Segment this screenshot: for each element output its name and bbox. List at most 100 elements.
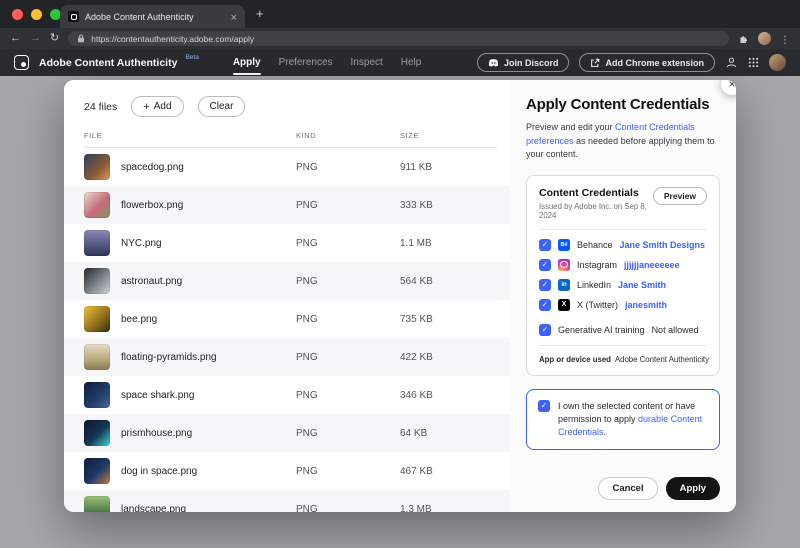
account-link[interactable]: Jane Smith Designs [620,240,706,250]
ai-label: Generative AI training [558,324,645,335]
account-link[interactable]: jjjjjjaneeeeee [624,260,680,270]
table-row[interactable]: space shark.png PNG 346 KB [64,376,510,414]
platform-label: Behance [577,239,613,250]
nav-item-apply[interactable]: Apply [232,57,261,75]
x-twitter-icon [558,298,570,311]
file-name: prismhouse.png [121,427,193,439]
main-nav: Apply Preferences Inspect Help [232,57,422,75]
card-title: Content Credentials [539,186,639,199]
intro-before: Preview and edit your [526,122,616,132]
new-tab-button[interactable] [256,6,264,21]
file-name: dog in space.png [121,465,198,477]
file-kind: PNG [296,503,318,513]
file-size: 333 KB [400,199,433,211]
file-size: 467 KB [400,465,433,477]
app-device-label: App or device used [539,354,611,364]
behance-icon [558,238,570,251]
column-file: FILE [84,131,103,140]
add-label: Add [153,101,172,112]
panel-title: Apply Content Credentials [526,96,710,113]
site-favicon-icon [68,11,79,22]
apply-panel: Apply Content Credentials Preview and ed… [510,80,736,512]
table-row[interactable]: landscape.png PNG 1.3 MB [64,490,510,512]
preview-button[interactable]: Preview [652,186,707,205]
browser-titlebar: Adobe Content Authenticity [0,0,800,28]
file-thumbnail [84,496,110,512]
file-thumbnail [84,154,110,180]
account-link[interactable]: janesmith [625,300,667,310]
add-extension-label: Add Chrome extension [605,57,704,68]
cancel-button[interactable]: Cancel [598,477,658,500]
credential-row: Behance Jane Smith Designs [539,238,707,251]
add-files-button[interactable]: Add [131,96,184,117]
credential-row: X (Twitter) janesmith [539,298,707,311]
browser-profile-avatar[interactable] [758,32,771,45]
file-kind: PNG [296,465,318,477]
nav-item-help[interactable]: Help [401,57,422,68]
table-row[interactable]: NYC.png PNG 1.1 MB [64,224,510,262]
file-kind: PNG [296,199,318,211]
extensions-puzzle-icon[interactable] [738,33,749,44]
behance-checkbox[interactable] [539,238,551,251]
nav-item-inspect[interactable]: Inspect [351,57,383,68]
browser-menu-icon[interactable] [780,30,790,48]
issued-text: Issued by Adobe Inc. on Sep 8, 2024 [539,201,647,220]
file-size: 564 KB [400,275,433,287]
forward-icon[interactable] [30,33,41,44]
column-kind: KIND [296,131,317,140]
file-size: 346 KB [400,389,433,401]
file-kind: PNG [296,313,318,325]
account-link[interactable]: Jane Smith [618,280,666,290]
files-count: 24 files [84,100,118,113]
back-icon[interactable] [10,33,21,44]
consent-checkbox[interactable] [538,399,550,412]
file-thumbnail [84,458,110,484]
beta-badge: Beta [185,54,199,61]
nav-item-preferences[interactable]: Preferences [279,57,333,68]
address-bar[interactable]: https://contentauthenticity.adobe.com/ap… [68,31,729,46]
table-row[interactable]: astronaut.png PNG 564 KB [64,262,510,300]
linkedin-checkbox[interactable] [539,278,551,291]
user-avatar[interactable] [769,54,786,71]
table-row[interactable]: bee.png PNG 735 KB [64,300,510,338]
x-twitter-checkbox[interactable] [539,298,551,311]
linkedin-icon [558,278,570,291]
generative-ai-checkbox[interactable] [539,323,551,336]
minimize-window-button[interactable] [31,9,42,20]
platform-label: Instagram [577,259,618,270]
reload-icon[interactable] [50,33,59,44]
file-thumbnail [84,420,110,446]
table-row[interactable]: floating-pyramids.png PNG 422 KB [64,338,510,376]
intro-text: Preview and edit your Content Credential… [526,121,720,162]
clear-files-button[interactable]: Clear [197,96,246,117]
url-text: https://contentauthenticity.adobe.com/ap… [91,33,255,44]
join-discord-label: Join Discord [503,57,559,68]
generative-ai-row: Generative AI training Not allowed [539,323,707,336]
file-name: spacedog.png [121,161,184,173]
table-row[interactable]: spacedog.png PNG 911 KB [64,148,510,186]
file-thumbnail [84,382,110,408]
table-row[interactable]: flowerbox.png PNG 333 KB [64,186,510,224]
plus-icon [143,101,149,113]
app-device-row: App or device used Adobe Content Authenti… [539,354,709,364]
join-discord-button[interactable]: Join Discord [476,53,570,72]
app-grid-icon[interactable] [748,57,759,68]
external-link-icon [590,58,600,68]
table-row[interactable]: dog in space.png PNG 467 KB [64,452,510,490]
close-window-button[interactable] [12,9,23,20]
file-name: landscape.png [121,503,187,513]
file-kind: PNG [296,427,318,439]
consent-card: I own the selected content or have permi… [526,388,720,450]
instagram-checkbox[interactable] [539,258,551,271]
credential-row: LinkedIn Jane Smith [539,278,707,291]
apply-button[interactable]: Apply [665,477,720,500]
file-size: 735 KB [400,313,433,325]
tab-close-icon[interactable] [231,8,237,26]
platform-label: LinkedIn [577,279,612,290]
table-row[interactable]: prismhouse.png PNG 64 KB [64,414,510,452]
browser-tab[interactable]: Adobe Content Authenticity [60,5,245,28]
add-chrome-extension-button[interactable]: Add Chrome extension [579,53,715,72]
file-thumbnail [84,192,110,218]
sign-in-person-icon[interactable] [725,56,738,69]
file-list: spacedog.png PNG 911 KB flowerbox.png PN… [64,148,510,512]
